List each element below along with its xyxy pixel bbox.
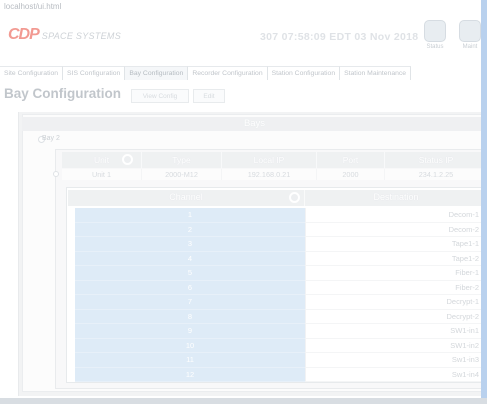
bays-header: Bays [22, 117, 487, 131]
col-destination: Destination [373, 192, 419, 202]
channel-number: 6 [75, 280, 305, 295]
channel-destination: SW1-in1 [305, 324, 487, 339]
channel-destination: Decrypt-2 [305, 309, 487, 324]
table-row[interactable]: 4 Tape1-2 [75, 251, 487, 266]
table-row[interactable]: 5 Fiber-1 [75, 266, 487, 281]
col-channel: Channel [68, 190, 305, 206]
edit-button[interactable]: Edit [193, 89, 225, 103]
channel-destination: Fiber-1 [305, 266, 487, 281]
monitor-icon [424, 20, 446, 42]
col-status-ip: Status IP [418, 155, 454, 165]
table-row[interactable]: 6 Fiber-2 [75, 280, 487, 295]
gear-icon[interactable] [289, 192, 300, 203]
status-button-label: Status [426, 44, 444, 50]
logo-text: SPACE SYSTEMS [41, 31, 122, 41]
col-local-ip: Local IP [222, 152, 317, 168]
system-clock: 307 07:58:09 EDT 03 Nov 2018 [260, 31, 419, 43]
channel-destination: Decom-1 [305, 208, 487, 223]
app-window: localhost/ui.html CDP SPACE SYSTEMS 307 … [0, 0, 487, 404]
table-row[interactable]: 8 Decrypt-2 [75, 309, 487, 324]
channel-destination: Tape1-2 [305, 251, 487, 266]
col-unit: Unit [62, 152, 142, 168]
table-row[interactable]: 1 Decom-1 [75, 208, 487, 223]
cell-type: 2000-M12 [142, 169, 222, 180]
tab-site-configuration[interactable]: Site Configuration [0, 66, 64, 80]
channel-number: 5 [75, 266, 305, 281]
table-row[interactable]: 9 SW1-in1 [75, 324, 487, 339]
tab-station-maintenance[interactable]: Station Maintenance [340, 66, 412, 80]
table-row[interactable]: 11 Sw1-in3 [75, 353, 487, 368]
col-channel-label: Channel [169, 192, 203, 202]
gear-icon[interactable] [122, 154, 133, 165]
cell-local-ip: 192.168.0.21 [222, 169, 317, 180]
channel-number: 2 [75, 222, 305, 237]
cell-status-ip: 234.1.2.25 [418, 170, 454, 179]
channel-number: 10 [75, 338, 305, 353]
channel-destination: Decom-2 [305, 222, 487, 237]
vertical-scrollbar[interactable] [481, 0, 487, 404]
channel-destination: Sw1-in3 [305, 353, 487, 368]
channel-number: 12 [75, 367, 305, 382]
channel-destination: Sw1-in4 [305, 367, 487, 382]
table-row[interactable]: Unit 1 2000-M12 192.168.0.21 2000 234.1.… [62, 169, 487, 180]
col-port: Port [317, 152, 385, 168]
bay-tree-item[interactable]: Bay 2 [38, 134, 487, 145]
logo-mark: CDP [8, 26, 40, 43]
table-row[interactable]: 2 Decom-2 [75, 222, 487, 237]
tab-bay-configuration[interactable]: Bay Configuration [125, 66, 189, 80]
unit-table-header: Unit Type Local IP Port Status IP [62, 152, 487, 168]
channel-destination: Tape1-1 [305, 237, 487, 252]
channel-number: 1 [75, 208, 305, 223]
page-title: Bay Configuration [4, 86, 121, 101]
horizontal-scrollbar[interactable] [0, 398, 487, 404]
channel-number: 8 [75, 309, 305, 324]
channel-number: 3 [75, 237, 305, 252]
view-config-button[interactable]: View Config [131, 89, 189, 103]
tools-icon [459, 20, 481, 42]
col-type: Type [142, 152, 222, 168]
channel-destination: Fiber-2 [305, 280, 487, 295]
tab-recorder-configuration[interactable]: Recorder Configuration [188, 66, 268, 80]
bay-label: Bay 2 [42, 135, 60, 142]
col-unit-label: Unit [93, 155, 110, 165]
channel-number: 4 [75, 251, 305, 266]
channel-number: 7 [75, 295, 305, 310]
tab-station-configuration[interactable]: Station Configuration [267, 66, 341, 80]
channel-number: 11 [75, 353, 305, 368]
cell-unit: Unit 1 [62, 169, 142, 180]
table-row[interactable]: 3 Tape1-1 [75, 237, 487, 252]
table-row[interactable]: 10 SW1-in2 [75, 338, 487, 353]
address-bar-text: localhost/ui.html [4, 2, 62, 11]
channel-table-header: Channel Destination [68, 190, 487, 206]
channel-destination: SW1-in2 [305, 338, 487, 353]
address-bar[interactable]: localhost/ui.html [0, 0, 487, 14]
status-button[interactable]: Status [420, 20, 450, 50]
channel-destination: Decrypt-1 [305, 295, 487, 310]
table-row[interactable]: 7 Decrypt-1 [75, 295, 487, 310]
tab-sis-configuration[interactable]: SIS Configuration [63, 66, 126, 80]
config-tabs: Site Configuration SIS Configuration Bay… [0, 66, 487, 80]
app-header: CDP SPACE SYSTEMS 307 07:58:09 EDT 03 No… [0, 16, 487, 60]
cell-port: 2000 [317, 169, 385, 180]
channel-list: 1 Decom-1 2 Decom-2 3 Tape1-1 4 Tape1-2 5 Fib… [75, 208, 487, 382]
company-logo: CDP SPACE SYSTEMS [8, 26, 121, 44]
table-row[interactable]: 12 Sw1-in4 [75, 367, 487, 382]
channel-number: 9 [75, 324, 305, 339]
unit-expand-icon[interactable] [53, 171, 59, 177]
